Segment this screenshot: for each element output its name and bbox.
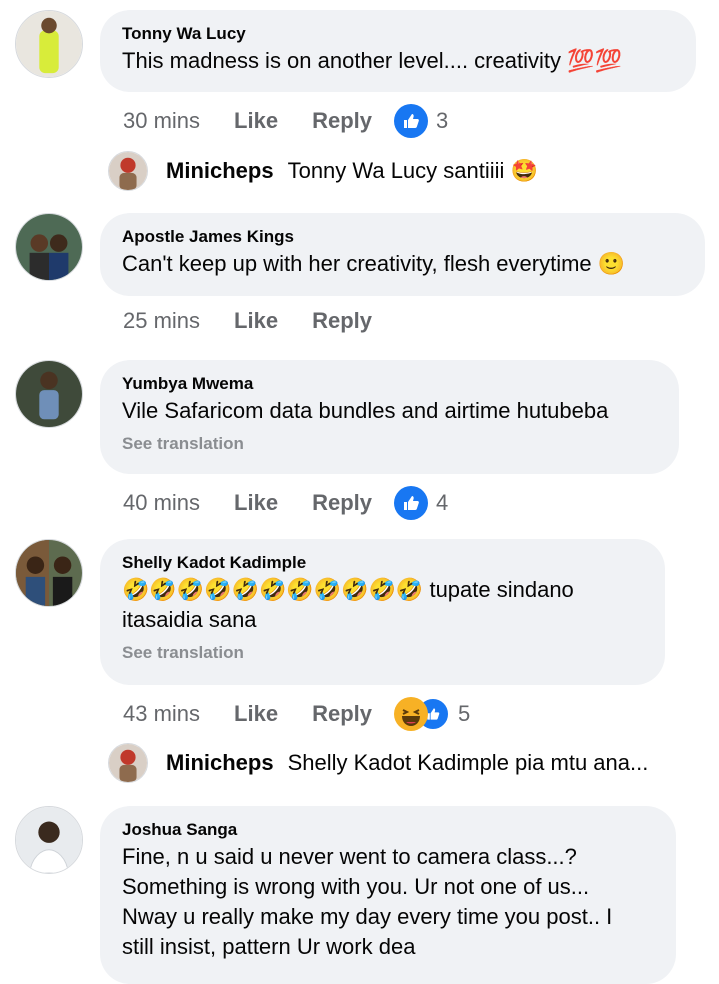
reaction-count: 4: [436, 490, 449, 515]
like-button[interactable]: Like: [234, 701, 278, 727]
comment-bubble: Joshua Sanga Fine, n u said u never went…: [100, 806, 676, 984]
commenter-name[interactable]: Shelly Kadot Kadimple: [122, 553, 643, 573]
reply-button[interactable]: Reply: [312, 308, 372, 334]
reply-item: Minicheps Shelly Kadot Kadimple pia mtu …: [108, 743, 648, 783]
like-button[interactable]: Like: [234, 490, 278, 516]
comment-bubble: Yumbya Mwema Vile Safaricom data bundles…: [100, 360, 679, 474]
reaction-summary[interactable]: 5: [394, 697, 470, 731]
comment-bubble: Apostle James Kings Can't keep up with h…: [100, 213, 705, 296]
reply-author-name[interactable]: Minicheps: [166, 158, 274, 184]
reaction-summary[interactable]: 3: [394, 104, 448, 138]
comment-bubble: Tonny Wa Lucy This madness is on another…: [100, 10, 696, 92]
comment-text-line: still insist, pattern Ur work dea: [122, 934, 416, 959]
comment-text: 🤣🤣🤣🤣🤣🤣🤣🤣🤣🤣🤣 tupate sindano: [122, 575, 643, 605]
reply-author-name[interactable]: Minicheps: [166, 750, 274, 776]
like-button[interactable]: Like: [234, 308, 278, 334]
comment-actions: 43 mins Like Reply 5: [123, 697, 470, 731]
like-icon: [394, 486, 428, 520]
commenter-name[interactable]: Apostle James Kings: [122, 227, 683, 247]
comment-time[interactable]: 43 mins: [123, 701, 200, 727]
like-icon: [394, 104, 428, 138]
see-translation-link[interactable]: See translation: [122, 643, 643, 663]
reaction-count: 5: [458, 701, 471, 726]
reply-text[interactable]: Shelly Kadot Kadimple pia mtu ana...: [288, 750, 649, 776]
avatar[interactable]: [108, 151, 148, 191]
reply-text: Tonny Wa Lucy santiiii 🤩: [287, 158, 538, 183]
comment-text: This madness is on another level.... cre…: [122, 48, 622, 73]
commenter-name[interactable]: Tonny Wa Lucy: [122, 24, 674, 44]
reply-item: Minicheps Tonny Wa Lucy santiiii 🤩: [108, 151, 538, 191]
reaction-summary[interactable]: 4: [394, 486, 448, 520]
avatar[interactable]: [15, 360, 83, 428]
comment-actions: 25 mins Like Reply: [123, 308, 372, 334]
reaction-count: 3: [436, 108, 449, 133]
avatar[interactable]: [15, 213, 83, 281]
comment-text-line: Nway u really make my day every time you…: [122, 904, 613, 929]
reply-button[interactable]: Reply: [312, 701, 372, 727]
commenter-name[interactable]: Joshua Sanga: [122, 820, 654, 840]
comment-text: Vile Safaricom data bundles and airtime …: [122, 398, 609, 423]
avatar[interactable]: [15, 10, 83, 78]
commenter-name[interactable]: Yumbya Mwema: [122, 374, 657, 394]
avatar[interactable]: [108, 743, 148, 783]
reply-button[interactable]: Reply: [312, 490, 372, 516]
comment-actions: 40 mins Like Reply 4: [123, 486, 448, 520]
comment-text-line: Fine, n u said u never went to camera cl…: [122, 844, 577, 869]
emoji-rofl-sequence: 🤣🤣🤣🤣🤣🤣🤣🤣🤣🤣🤣: [122, 577, 424, 602]
avatar[interactable]: [15, 806, 83, 874]
comment-time[interactable]: 25 mins: [123, 308, 200, 334]
see-translation-link[interactable]: See translation: [122, 434, 657, 454]
comment-actions: 30 mins Like Reply 3: [123, 104, 448, 138]
comment-time[interactable]: 30 mins: [123, 108, 200, 134]
like-button[interactable]: Like: [234, 108, 278, 134]
comment-text-line: itasaidia sana: [122, 607, 257, 632]
comment-time[interactable]: 40 mins: [123, 490, 200, 516]
comment-bubble: Shelly Kadot Kadimple 🤣🤣🤣🤣🤣🤣🤣🤣🤣🤣🤣 tupate…: [100, 539, 665, 685]
comment-text-line: tupate sindano: [429, 577, 574, 602]
avatar[interactable]: [15, 539, 83, 607]
comment-text: Can't keep up with her creativity, flesh…: [122, 251, 626, 276]
haha-icon: [394, 697, 428, 731]
comment-text-line: Something is wrong with you. Ur not one …: [122, 874, 590, 899]
reply-button[interactable]: Reply: [312, 108, 372, 134]
